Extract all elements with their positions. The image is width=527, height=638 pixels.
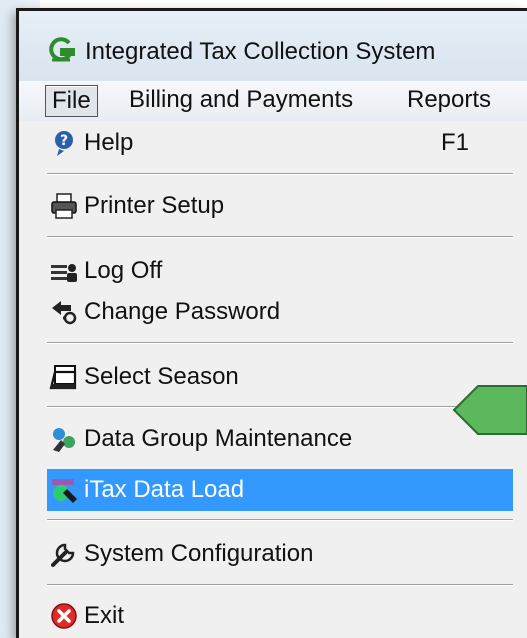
title-row: Integrated Tax Collection System [47, 35, 435, 69]
separator [47, 406, 513, 408]
app-window: Integrated Tax Collection System File Bi… [16, 8, 527, 638]
printer-icon [49, 191, 79, 221]
menu-item-printer-setup[interactable]: Printer Setup [19, 185, 527, 227]
menu-item-select-season[interactable]: Select Season [19, 356, 527, 398]
menu-item-label: Help [84, 129, 134, 156]
menu-item-exit[interactable]: Exit [19, 595, 527, 637]
change-password-icon [49, 297, 79, 327]
menu-item-data-group-maintenance[interactable]: Data Group Maintenance [19, 418, 527, 460]
separator [47, 342, 513, 344]
green-g-logo-icon [47, 36, 75, 69]
window-title: Integrated Tax Collection System [85, 38, 436, 65]
menu-item-change-password[interactable]: Change Password [19, 291, 527, 333]
menu-item-itax-data-load[interactable]: iTax Data Load [47, 469, 513, 511]
menu-billing-and-payments[interactable]: Billing and Payments [123, 85, 359, 117]
separator [47, 236, 513, 238]
separator [47, 584, 513, 586]
file-dropdown-menu: ? Help F1 Printer Setup Log Off Change P… [19, 121, 527, 638]
menu-item-label: Change Password [84, 298, 281, 325]
menu-item-system-configuration[interactable]: System Configuration [19, 533, 527, 575]
menu-reports[interactable]: Reports [401, 85, 497, 117]
menu-item-label: System Configuration [84, 540, 314, 567]
itax-data-load-icon [49, 475, 79, 505]
menu-item-log-off[interactable]: Log Off [19, 250, 527, 292]
menu-item-label: Printer Setup [84, 192, 225, 219]
title-bar: Integrated Tax Collection System [19, 11, 527, 81]
svg-text:?: ? [60, 133, 68, 149]
help-icon: ? [49, 128, 79, 158]
exit-icon [49, 601, 79, 631]
menu-item-label: Exit [84, 602, 125, 629]
menu-item-help[interactable]: ? Help F1 [19, 122, 527, 164]
data-group-icon [49, 424, 79, 454]
menu-item-label: Log Off [84, 257, 163, 284]
wrench-icon [49, 539, 79, 569]
menu-item-label: iTax Data Load [84, 476, 245, 503]
separator [47, 519, 513, 521]
menu-item-label: Data Group Maintenance [84, 425, 353, 452]
shortcut-label: F1 [441, 129, 470, 156]
separator [47, 173, 513, 175]
menu-file[interactable]: File [45, 85, 98, 117]
menu-item-label: Select Season [84, 363, 239, 390]
log-off-icon [49, 256, 79, 286]
green-arrow-callout-icon [452, 384, 527, 441]
menu-bar: File Billing and Payments Reports [19, 81, 527, 122]
select-season-icon [49, 362, 79, 392]
